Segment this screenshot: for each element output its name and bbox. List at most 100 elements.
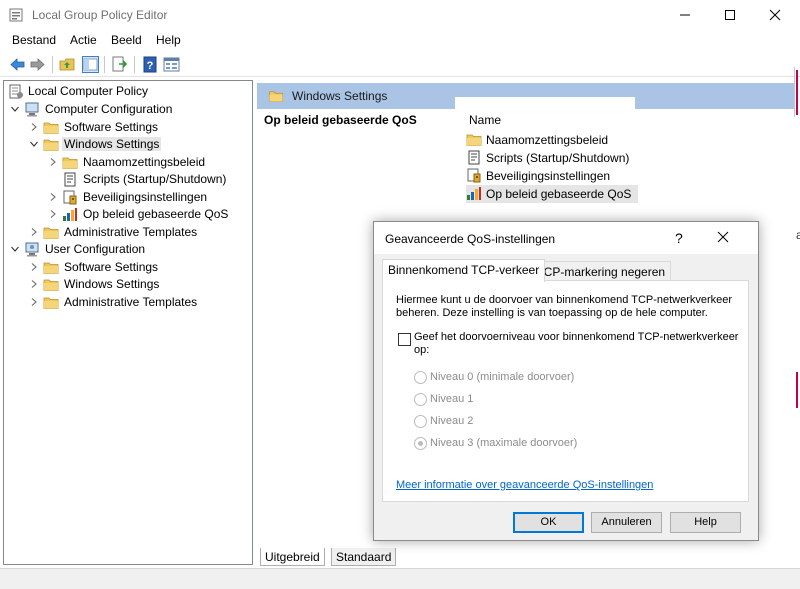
tree-item-uc-administrative-templates[interactable]: Administrative Templates bbox=[29, 294, 248, 311]
qos-chart-icon bbox=[466, 186, 482, 201]
up-folder-icon[interactable] bbox=[59, 56, 76, 73]
qos-chart-icon bbox=[62, 207, 78, 222]
list-item-qos[interactable]: Op beleid gebaseerde QoS bbox=[466, 185, 638, 203]
tree-label: Windows Settings bbox=[64, 277, 160, 291]
toolbar: ? bbox=[0, 52, 800, 77]
chevron-right-icon[interactable] bbox=[29, 297, 39, 307]
tab-standaard[interactable]: Standaard bbox=[331, 548, 397, 566]
menu-beeld[interactable]: Beeld bbox=[111, 33, 142, 47]
help-button[interactable]: Help bbox=[670, 512, 741, 533]
policy-editor-icon bbox=[9, 8, 23, 22]
menu-bestand[interactable]: Bestand bbox=[12, 33, 56, 47]
radio-button[interactable] bbox=[414, 393, 427, 406]
list-item-naamomzettingsbeleid[interactable]: Naamomzettingsbeleid bbox=[466, 131, 638, 149]
radio-button[interactable] bbox=[414, 371, 427, 384]
description-text: Hiermee kunt u de doorvoer van binnenkom… bbox=[396, 294, 733, 319]
folder-icon bbox=[43, 277, 59, 292]
chevron-down-icon[interactable] bbox=[29, 139, 39, 149]
menu-bar: Bestand Actie Beeld Help bbox=[0, 30, 800, 51]
security-settings-icon bbox=[62, 190, 78, 205]
maximize-button[interactable] bbox=[707, 0, 753, 30]
tree-item-uc-windows-settings[interactable]: Windows Settings bbox=[29, 276, 248, 293]
tree-item-scripts[interactable]: Scripts (Startup/Shutdown) bbox=[48, 171, 248, 188]
show-hide-tree-icon[interactable] bbox=[82, 56, 99, 73]
tree-item-uc-software-settings[interactable]: Software Settings bbox=[29, 259, 248, 276]
tree-label: Software Settings bbox=[64, 260, 159, 274]
toolbar-separator bbox=[52, 56, 53, 73]
radio-label: Niveau 3 (maximale doorvoer) bbox=[430, 437, 578, 449]
tree-item-cc-administrative-templates[interactable]: Administrative Templates bbox=[29, 224, 248, 241]
name-column-header[interactable]: Name bbox=[455, 97, 635, 134]
chevron-down-icon[interactable] bbox=[10, 104, 20, 114]
tab-panel: Hiermee kunt u de doorvoer van binnenkom… bbox=[382, 280, 749, 502]
dialog-title-bar: Geavanceerde QoS-instellingen ? bbox=[374, 222, 758, 254]
chevron-down-icon[interactable] bbox=[10, 244, 20, 254]
menu-actie[interactable]: Actie bbox=[70, 33, 97, 47]
radio-button-selected[interactable] bbox=[414, 437, 427, 450]
title-bar: Local Group Policy Editor bbox=[0, 0, 800, 30]
toolbar-separator bbox=[134, 56, 135, 73]
list-item-scripts[interactable]: Scripts (Startup/Shutdown) bbox=[466, 149, 638, 167]
help-book-icon[interactable]: ? bbox=[142, 56, 159, 73]
chevron-right-icon[interactable] bbox=[48, 192, 58, 202]
folder-icon bbox=[43, 120, 59, 135]
tree-item-cc-windows-settings[interactable]: Windows Settings bbox=[29, 136, 248, 153]
properties-icon[interactable] bbox=[163, 56, 180, 73]
radio-button[interactable] bbox=[414, 415, 427, 428]
tab-uitgebreid[interactable]: Uitgebreid bbox=[260, 548, 325, 566]
folder-icon bbox=[43, 295, 59, 310]
close-icon bbox=[769, 9, 781, 21]
tree-label: Windows Settings bbox=[62, 137, 162, 151]
close-icon[interactable] bbox=[717, 231, 729, 243]
column-label: Name bbox=[469, 113, 502, 127]
list-item-beveiligingsinstellingen[interactable]: Beveiligingsinstellingen bbox=[466, 167, 638, 185]
tree-pane: Local Computer Policy Computer Configura… bbox=[3, 80, 253, 565]
forward-arrow-icon[interactable] bbox=[29, 56, 46, 73]
tree-label: Local Computer Policy bbox=[28, 84, 149, 98]
tree-label: Computer Configuration bbox=[45, 102, 173, 116]
minimize-button[interactable] bbox=[662, 0, 708, 30]
tree-item-cc-software-settings[interactable]: Software Settings bbox=[29, 119, 248, 136]
tree-label: Software Settings bbox=[64, 120, 159, 134]
qos-settings-dialog: Geavanceerde QoS-instellingen ? Binnenko… bbox=[373, 221, 759, 541]
chevron-right-icon[interactable] bbox=[29, 279, 39, 289]
chevron-right-icon[interactable] bbox=[29, 262, 39, 272]
chevron-right-icon[interactable] bbox=[48, 157, 58, 167]
user-computer-icon bbox=[24, 242, 40, 257]
radio-label: Niveau 2 bbox=[430, 415, 474, 427]
section-title: Op beleid gebaseerde QoS bbox=[264, 113, 417, 127]
folder-icon bbox=[43, 137, 59, 152]
svg-text:?: ? bbox=[147, 60, 154, 72]
help-question-icon[interactable]: ? bbox=[675, 230, 683, 246]
tree-label: Naamomzettingsbeleid bbox=[83, 155, 206, 169]
chevron-right-icon[interactable] bbox=[48, 209, 58, 219]
close-button[interactable] bbox=[752, 0, 798, 30]
tree-root[interactable]: Local Computer Policy bbox=[8, 83, 248, 100]
ok-button[interactable]: OK bbox=[513, 512, 584, 533]
tree-label: Administrative Templates bbox=[64, 295, 198, 309]
throughput-checkbox[interactable] bbox=[398, 333, 411, 346]
cancel-button[interactable]: Annuleren bbox=[591, 512, 662, 533]
chevron-right-icon[interactable] bbox=[29, 227, 39, 237]
list-item-label: Beveiligingsinstellingen bbox=[486, 169, 611, 183]
tree-item-beveiligingsinstellingen[interactable]: Beveiligingsinstellingen bbox=[48, 189, 248, 206]
folder-icon bbox=[268, 89, 284, 103]
tree-item-computer-configuration[interactable]: Computer Configuration bbox=[10, 101, 248, 118]
details-header-title: Windows Settings bbox=[292, 89, 388, 103]
tree-item-naamomzettingsbeleid[interactable]: Naamomzettingsbeleid bbox=[48, 154, 248, 171]
background-window-edge bbox=[796, 70, 798, 115]
menu-help[interactable]: Help bbox=[156, 33, 181, 47]
tree-item-qos[interactable]: Op beleid gebaseerde QoS bbox=[48, 206, 248, 223]
tab-binnenkomend-tcp[interactable]: Binnenkomend TCP-verkeer bbox=[382, 259, 546, 282]
folder-icon bbox=[466, 132, 482, 147]
tree-item-user-configuration[interactable]: User Configuration bbox=[10, 241, 248, 258]
scripts-icon bbox=[466, 150, 482, 165]
back-arrow-icon[interactable] bbox=[9, 56, 26, 73]
export-list-icon[interactable] bbox=[111, 56, 128, 73]
more-info-link[interactable]: Meer informatie over geavanceerde QoS-in… bbox=[396, 479, 653, 491]
tree-label: Scripts (Startup/Shutdown) bbox=[83, 172, 227, 186]
background-text-fragment: a bbox=[796, 228, 800, 242]
radio-label: Niveau 1 bbox=[430, 393, 474, 405]
checkbox-label[interactable]: Geef het doorvoerniveau voor binnenkomen… bbox=[414, 331, 744, 357]
chevron-right-icon[interactable] bbox=[29, 122, 39, 132]
